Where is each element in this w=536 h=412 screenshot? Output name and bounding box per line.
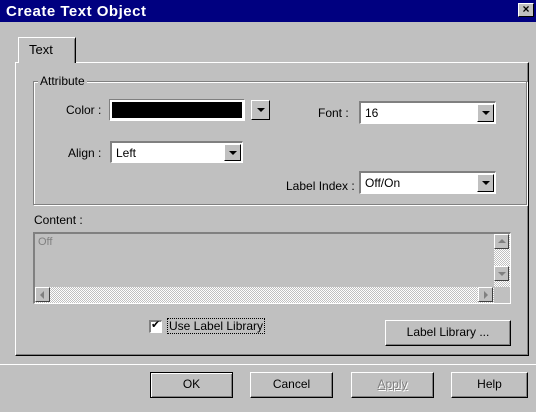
color-picker[interactable] — [109, 99, 245, 121]
help-button[interactable]: Help — [451, 372, 528, 398]
ok-button[interactable]: OK — [150, 372, 233, 398]
scroll-left-button[interactable] — [35, 287, 50, 302]
footer-divider — [0, 364, 536, 365]
color-label: Color : — [66, 103, 102, 117]
font-dropdown-button[interactable] — [477, 104, 494, 122]
chevron-down-icon — [229, 151, 237, 155]
window-title: Create Text Object — [6, 3, 147, 20]
color-dropdown-button[interactable] — [251, 100, 270, 120]
content-label: Content : — [34, 213, 83, 227]
font-select-value: 16 — [365, 106, 379, 120]
chevron-down-icon — [257, 108, 265, 112]
use-label-library-text: Use Label Library — [169, 319, 264, 333]
label-library-button[interactable]: Label Library ... — [385, 320, 511, 346]
attribute-group-label: Attribute — [38, 74, 87, 88]
arrow-down-icon — [498, 272, 506, 276]
dialog-window: Create Text Object × Text Attribute Colo… — [0, 0, 536, 412]
apply-button[interactable]: Apply — [351, 372, 434, 398]
use-label-library-checkbox[interactable]: ✔ — [149, 318, 162, 333]
content-text: Off — [38, 236, 53, 248]
apply-button-label: Apply — [377, 377, 408, 391]
arrow-up-icon — [498, 239, 506, 243]
use-label-library-label[interactable]: Use Label Library — [167, 318, 266, 334]
cancel-button[interactable]: Cancel — [250, 372, 333, 398]
color-swatch — [112, 102, 242, 118]
tab-text-label: Text — [29, 42, 53, 57]
tab-text[interactable]: Text — [18, 37, 76, 63]
font-label: Font : — [318, 106, 349, 120]
ok-button-label: OK — [182, 377, 201, 391]
checkmark-icon: ✔ — [151, 318, 161, 331]
label-index-select-value: Off/On — [365, 176, 401, 190]
title-bar[interactable]: Create Text Object × — [0, 0, 536, 22]
vertical-scrollbar[interactable] — [494, 234, 510, 287]
content-textarea[interactable]: Off — [33, 232, 511, 304]
align-label: Align : — [68, 146, 102, 160]
scroll-down-button[interactable] — [494, 266, 509, 281]
chevron-down-icon — [482, 181, 490, 185]
align-select[interactable]: Left — [110, 141, 243, 163]
align-dropdown-button[interactable] — [224, 144, 241, 161]
arrow-left-icon — [40, 291, 44, 299]
close-button[interactable]: × — [518, 3, 534, 17]
arrow-right-icon — [484, 291, 488, 299]
font-select[interactable]: 16 — [359, 101, 496, 124]
horizontal-scrollbar[interactable] — [35, 287, 494, 303]
label-index-dropdown-button[interactable] — [477, 174, 494, 192]
scroll-up-button[interactable] — [494, 234, 509, 249]
chevron-down-icon — [482, 111, 490, 115]
align-select-value: Left — [116, 146, 137, 160]
close-icon: × — [522, 2, 530, 16]
label-index-label: Label Index : — [286, 179, 355, 193]
label-index-select[interactable]: Off/On — [359, 171, 496, 194]
scroll-right-button[interactable] — [478, 287, 493, 302]
